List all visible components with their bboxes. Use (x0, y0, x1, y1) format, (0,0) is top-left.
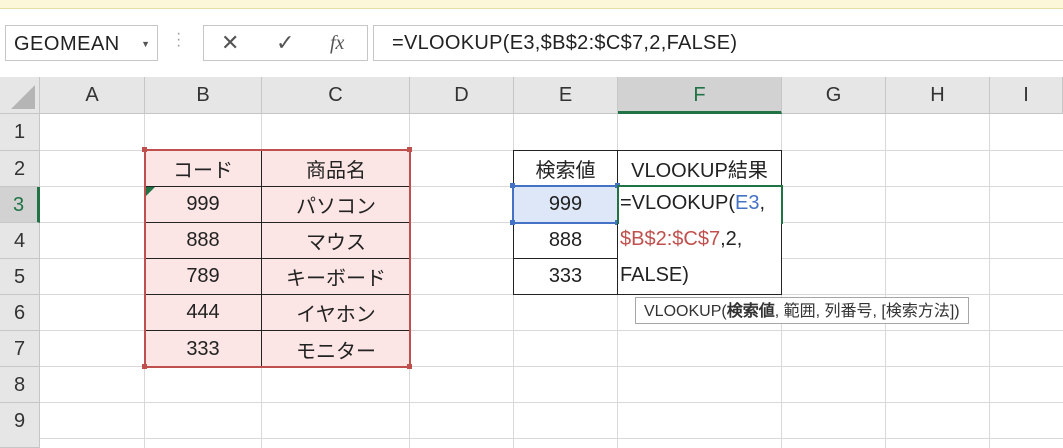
tooltip-current-arg[interactable]: 検索値 (727, 303, 775, 320)
formula-input[interactable]: =VLOOKUP(E3,$B$2:$C$7,2,FALSE) (373, 25, 1063, 61)
insert-function-icon[interactable]: fx (330, 32, 344, 55)
range-handle[interactable] (142, 147, 147, 152)
range-handle[interactable] (510, 183, 515, 188)
gridline (885, 114, 886, 448)
tooltip-function-name: VLOOKUP( (644, 303, 727, 320)
name-box-value: GEOMEAN (14, 33, 120, 55)
select-all-corner[interactable] (0, 77, 40, 114)
row-header-3[interactable]: 3 (0, 187, 40, 223)
row-header-2[interactable]: 2 (0, 151, 40, 187)
row-header-8[interactable]: 8 (0, 367, 40, 403)
enter-check-icon[interactable]: ✓ (276, 30, 294, 56)
editor-ref-range: $B$2:$C$7 (620, 228, 721, 250)
row-header-1[interactable]: 1 (0, 114, 40, 151)
column-header-c[interactable]: C (262, 77, 410, 114)
editor-args: ,2, (720, 228, 743, 250)
editor-comma: , (759, 192, 766, 214)
top-strip (0, 0, 1063, 9)
row-header-9[interactable]: 9 (0, 403, 40, 448)
formula-text: =VLOOKUP(E3,$B$2:$C$7,2,FALSE) (392, 32, 738, 54)
column-header-i[interactable]: I (990, 77, 1063, 114)
column-header-d[interactable]: D (410, 77, 514, 114)
lookup-cell-value[interactable]: 888 (513, 222, 618, 259)
gridline (989, 114, 990, 448)
range-reference-border (144, 149, 411, 368)
editor-line-2: $B$2:$C$7,2, (620, 228, 742, 251)
gridline (40, 438, 1063, 439)
formula-bar-area: GEOMEAN ▼ · · · ✕ ✓ fx =VLOOKUP(E3,$B$2:$C… (0, 9, 1063, 75)
editor-ref-e3: E3 (735, 192, 760, 214)
cell-reference-border (512, 185, 619, 224)
spreadsheet-grid: A B C D E F G H I 1 2 3 4 5 6 7 8 9 コード … (0, 77, 1063, 448)
range-handle[interactable] (510, 220, 515, 225)
range-handle[interactable] (407, 147, 412, 152)
range-handle[interactable] (142, 364, 147, 369)
column-header-e[interactable]: E (514, 77, 618, 114)
gridline (40, 402, 1063, 403)
cancel-icon[interactable]: ✕ (221, 30, 239, 56)
caret-down-icon[interactable]: ▼ (141, 39, 150, 49)
editor-function-text: =VLOOKUP( (620, 192, 736, 214)
lookup-cell-value[interactable]: 333 (513, 258, 618, 295)
column-header-b[interactable]: B (145, 77, 262, 114)
column-header-a[interactable]: A (40, 77, 145, 114)
row-header-6[interactable]: 6 (0, 295, 40, 331)
column-header-g[interactable]: G (782, 77, 886, 114)
row-header-5[interactable]: 5 (0, 259, 40, 295)
range-handle[interactable] (407, 364, 412, 369)
row-header-7[interactable]: 7 (0, 331, 40, 367)
lookup-header-search-value[interactable]: 検索値 (513, 150, 618, 187)
function-tooltip[interactable]: VLOOKUP(検索値, 範囲, 列番号, [検索方法]) (635, 297, 969, 324)
name-box[interactable]: GEOMEAN ▼ (5, 25, 158, 61)
tooltip-other-args: , 範囲, 列番号, [検索方法]) (774, 303, 960, 320)
row-header-4[interactable]: 4 (0, 223, 40, 259)
editor-line-1: =VLOOKUP(E3, (620, 192, 765, 215)
lookup-header-result[interactable]: VLOOKUP結果 (617, 150, 782, 187)
grip-icon[interactable]: · · · (176, 26, 182, 54)
column-header-f[interactable]: F (618, 77, 782, 114)
formula-buttons: ✕ ✓ fx (203, 25, 368, 61)
column-header-h[interactable]: H (886, 77, 990, 114)
editor-line-3: FALSE) (620, 264, 689, 286)
